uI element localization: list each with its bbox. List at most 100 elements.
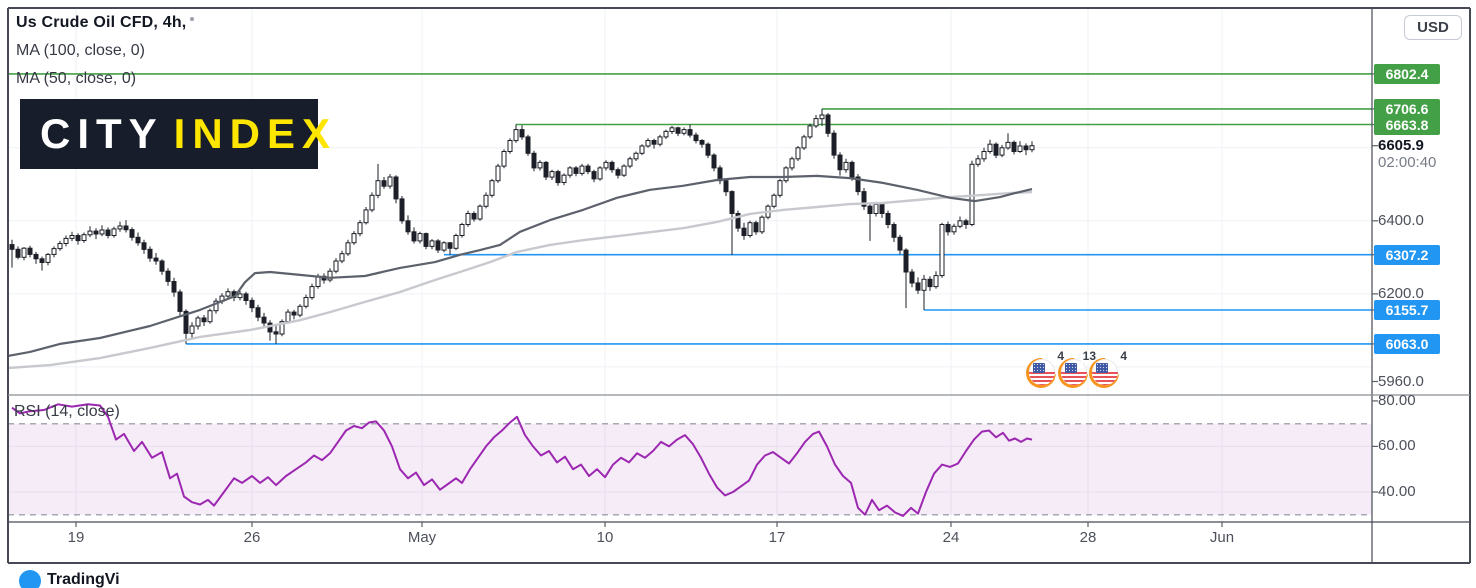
candle-body: [910, 272, 914, 283]
candle-body: [64, 238, 68, 243]
rsi-band: [8, 424, 1372, 515]
chart-legend: Us Crude Oil CFD, 4h, MA (100, close, 0)…: [16, 14, 194, 88]
time-axis-label-28: 28: [1058, 529, 1118, 546]
candle-body: [886, 214, 890, 225]
candle-body: [502, 152, 506, 167]
candle-body: [430, 241, 434, 247]
candle-body: [706, 144, 710, 155]
candle-body: [400, 199, 404, 221]
candle-body: [640, 146, 644, 153]
candle-body: [670, 128, 674, 132]
candle-body: [298, 306, 302, 315]
candle-body: [352, 234, 356, 243]
candle-body: [934, 276, 938, 287]
candle-body: [412, 232, 416, 241]
candle-body: [472, 214, 476, 220]
tradingview-logo-text[interactable]: TradingVi: [47, 571, 120, 588]
event-count-badge: 4: [1118, 350, 1129, 363]
candle-body: [466, 214, 470, 225]
symbol-title: Us Crude Oil CFD, 4h,: [16, 14, 194, 32]
price-level-label-6307.2[interactable]: 6307.2: [1374, 245, 1440, 265]
candle-body: [550, 172, 554, 178]
logo-index-text: INDEX: [174, 110, 337, 158]
candle-body: [460, 225, 464, 236]
candle-body: [790, 159, 794, 168]
time-axis-label-May: May: [392, 529, 452, 546]
candle-body: [694, 135, 698, 141]
candle-body: [952, 226, 956, 232]
price-level-label-6063.0[interactable]: 6063.0: [1374, 334, 1440, 354]
candle-body: [118, 226, 122, 229]
logo-city-text: CITY: [40, 110, 164, 158]
ma100-legend: MA (100, close, 0): [16, 42, 194, 60]
candle-body: [712, 155, 716, 168]
legend-more-icon[interactable]: [190, 17, 194, 21]
candle-body: [292, 312, 296, 315]
candle-body: [1006, 142, 1010, 148]
candle-body: [478, 206, 482, 219]
price-level-label-6663.8[interactable]: 6663.8: [1374, 115, 1440, 135]
tradingview-logo-icon[interactable]: [19, 570, 41, 588]
candle-body: [730, 192, 734, 214]
candle-body: [574, 168, 578, 174]
candle-body: [256, 308, 260, 318]
candle-body: [250, 300, 254, 307]
candle-body: [982, 152, 986, 159]
candle-body: [922, 279, 926, 290]
candle-body: [334, 261, 338, 271]
candle-body: [880, 204, 884, 213]
candle-body: [142, 243, 146, 250]
candle-body: [628, 159, 632, 166]
candle-body: [442, 243, 446, 250]
candle-body: [172, 282, 176, 293]
candle-body: [418, 234, 422, 241]
candle-body: [904, 250, 908, 272]
candle-body: [238, 294, 242, 298]
candle-body: [178, 292, 182, 311]
candle-body: [958, 221, 962, 227]
candle-body: [748, 223, 752, 236]
candle-body: [226, 292, 230, 296]
candle-body: [838, 155, 842, 170]
candle-body: [976, 159, 980, 165]
candle-body: [814, 119, 818, 126]
rsi-legend: RSI (14, close): [14, 403, 120, 421]
candle-body: [556, 172, 560, 183]
candle-body: [820, 115, 824, 119]
candle-body: [40, 259, 44, 263]
candle-body: [868, 206, 872, 213]
us-flag-event-icon[interactable]: 4: [1091, 359, 1121, 389]
candle-body: [916, 283, 920, 290]
candle-body: [100, 230, 104, 234]
candle-body: [898, 237, 902, 250]
currency-usd-button[interactable]: USD: [1404, 15, 1462, 40]
candle-body: [310, 287, 314, 298]
candle-body: [874, 204, 878, 213]
candle-body: [130, 230, 134, 238]
candle-body: [994, 144, 998, 155]
candle-body: [52, 249, 56, 255]
us-flag-event-icon[interactable]: 13: [1060, 359, 1090, 389]
candle-body: [202, 318, 206, 322]
city-index-logo: CITY INDEX: [20, 99, 318, 169]
candlestick-chart-canvas[interactable]: [0, 0, 1476, 588]
candle-body: [406, 221, 410, 232]
candle-body: [562, 175, 566, 182]
candle-body: [784, 168, 788, 181]
candle-body: [76, 236, 80, 241]
flag-stripes: [1092, 372, 1118, 385]
candle-body: [304, 298, 308, 307]
price-level-label-6802.4[interactable]: 6802.4: [1374, 64, 1440, 84]
ma50-legend: MA (50, close, 0): [16, 70, 194, 88]
candle-body: [580, 166, 584, 173]
candle-body: [364, 210, 368, 223]
candle-body: [106, 230, 110, 236]
candle-body: [586, 166, 590, 172]
candle-body: [538, 162, 542, 168]
candle-body: [496, 166, 500, 181]
axis-tick-label: 6200.0: [1378, 285, 1424, 303]
price-level-label-6155.7[interactable]: 6155.7: [1374, 300, 1440, 320]
candle-body: [724, 181, 728, 192]
candle-body: [58, 244, 62, 249]
us-flag-event-icon[interactable]: 4: [1028, 359, 1058, 389]
